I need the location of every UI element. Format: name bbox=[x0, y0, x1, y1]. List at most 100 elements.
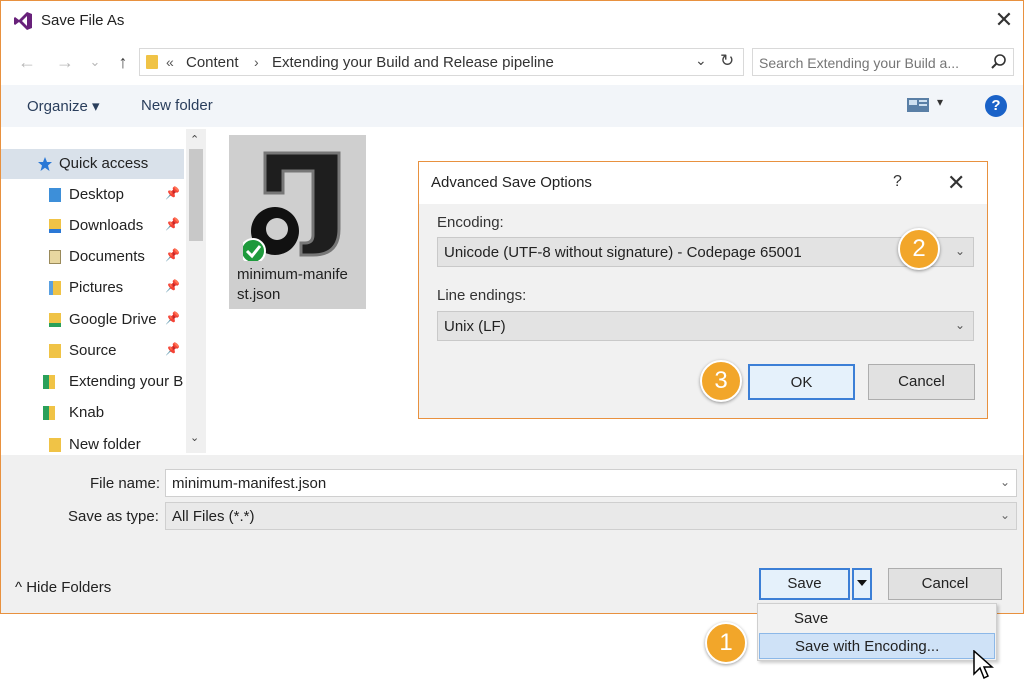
sidebar-item-pictures[interactable]: Pictures 📌 bbox=[1, 273, 184, 303]
close-icon[interactable]: ✕ bbox=[991, 7, 1017, 33]
chevron-down-icon[interactable]: ⌄ bbox=[1000, 475, 1010, 489]
save-as-type-value: All Files (*.*) bbox=[172, 508, 255, 525]
sidebar-item-label: Pictures bbox=[69, 279, 124, 296]
help-icon[interactable]: ? bbox=[985, 95, 1007, 117]
file-name-line: st.json bbox=[237, 286, 281, 303]
pin-icon[interactable]: 📌 bbox=[165, 217, 180, 231]
back-icon[interactable]: ← bbox=[15, 49, 39, 75]
menu-item-label: Save bbox=[794, 610, 829, 627]
save-dropdown-button[interactable] bbox=[852, 568, 872, 600]
save-as-type-select[interactable]: All Files (*.*) ⌄ bbox=[165, 502, 1017, 530]
sidebar-item-label: Quick access bbox=[59, 155, 149, 172]
view-dropdown-icon[interactable]: ▾ bbox=[937, 95, 943, 109]
encoding-label: Encoding: bbox=[437, 214, 504, 231]
sidebar-item-quick-access[interactable]: Quick access bbox=[1, 149, 184, 179]
save-menu: Save Save with Encoding... bbox=[757, 603, 997, 661]
breadcrumb-separator-icon[interactable]: › bbox=[254, 54, 259, 70]
address-dropdown-icon[interactable]: ⌄ bbox=[695, 52, 707, 69]
dropdown-arrow-icon bbox=[857, 580, 867, 586]
line-endings-value: Unix (LF) bbox=[444, 318, 506, 335]
recent-locations-icon[interactable]: ⌄ bbox=[83, 49, 107, 75]
sidebar-item-label: Source bbox=[69, 342, 117, 359]
help-icon[interactable]: ? bbox=[893, 173, 902, 191]
sidebar-item-label: Downloads bbox=[69, 217, 144, 234]
dialog-title-bar: Advanced Save Options ? ✕ bbox=[419, 162, 987, 204]
sidebar-item-source[interactable]: Source 📌 bbox=[1, 336, 184, 366]
pin-icon[interactable]: 📌 bbox=[165, 279, 180, 293]
breadcrumb-current[interactable]: Extending your Build and Release pipelin… bbox=[272, 54, 554, 71]
star-icon bbox=[38, 157, 52, 171]
google-drive-folder-icon bbox=[49, 313, 61, 327]
search-input[interactable] bbox=[759, 53, 979, 73]
ok-button[interactable]: OK bbox=[748, 364, 855, 400]
sidebar-item-label: Google Drive bbox=[69, 311, 157, 328]
new-folder-button[interactable]: New folder bbox=[141, 97, 213, 114]
synced-folder-icon bbox=[43, 375, 55, 389]
breadcrumb-content[interactable]: Content bbox=[186, 54, 239, 71]
line-endings-select[interactable]: Unix (LF) ⌄ bbox=[437, 311, 974, 341]
folder-icon bbox=[49, 344, 61, 358]
sidebar-item-downloads[interactable]: Downloads 📌 bbox=[1, 211, 184, 241]
scroll-down-icon[interactable]: ⌄ bbox=[190, 431, 199, 444]
chevron-down-icon[interactable]: ⌄ bbox=[955, 244, 965, 258]
sidebar-item-desktop[interactable]: Desktop 📌 bbox=[1, 180, 184, 210]
downloads-folder-icon bbox=[49, 219, 61, 233]
dialog-cancel-button[interactable]: Cancel bbox=[868, 364, 975, 400]
change-view-icon[interactable] bbox=[907, 98, 929, 112]
sidebar-item-label: Extending your B bbox=[69, 373, 183, 390]
pin-icon[interactable]: 📌 bbox=[165, 186, 180, 200]
search-icon[interactable] bbox=[989, 52, 1009, 72]
pin-icon[interactable]: 📌 bbox=[165, 311, 180, 325]
cancel-button[interactable]: Cancel bbox=[888, 568, 1002, 600]
file-item[interactable]: minimum-manife st.json bbox=[229, 135, 366, 309]
file-name-value: minimum-manifest.json bbox=[172, 475, 327, 492]
sidebar-item-google-drive[interactable]: Google Drive 📌 bbox=[1, 305, 184, 335]
menu-item-save-with-encoding[interactable]: Save with Encoding... bbox=[759, 633, 995, 659]
breadcrumb-overflow-icon[interactable]: « bbox=[166, 54, 174, 70]
folder-icon bbox=[49, 438, 61, 452]
folder-icon bbox=[146, 55, 158, 69]
file-name-field[interactable]: minimum-manifest.json ⌄ bbox=[165, 469, 1017, 497]
file-name-label: File name: bbox=[90, 475, 161, 492]
pin-icon[interactable]: 📌 bbox=[165, 342, 180, 356]
nav-scrollbar[interactable]: ⌃ ⌄ bbox=[186, 129, 206, 453]
menu-item-save[interactable]: Save bbox=[759, 606, 995, 632]
sidebar-item-documents[interactable]: Documents 📌 bbox=[1, 242, 184, 272]
address-row: ← → ⌄ ↑ « Content › Extending your Build… bbox=[1, 43, 1023, 81]
sidebar-item-label: New folder bbox=[69, 436, 141, 453]
save-button[interactable]: Save bbox=[759, 568, 850, 600]
scroll-thumb[interactable] bbox=[189, 149, 203, 241]
up-icon[interactable]: ↑ bbox=[111, 49, 135, 75]
pin-icon[interactable]: 📌 bbox=[165, 248, 180, 262]
title-bar: Save File As ✕ bbox=[1, 1, 1023, 41]
refresh-icon[interactable]: ↻ bbox=[720, 51, 734, 71]
encoding-select[interactable]: Unicode (UTF-8 without signature) - Code… bbox=[437, 237, 974, 267]
sidebar-item-label: Desktop bbox=[69, 186, 125, 203]
window-title: Save File As bbox=[41, 12, 125, 29]
sidebar-item-extending-your-build[interactable]: Extending your B bbox=[1, 367, 184, 397]
callout-badge-2: 2 bbox=[898, 228, 940, 270]
hide-folders-button[interactable]: ^ Hide Folders bbox=[15, 579, 111, 596]
menu-item-label: Save with Encoding... bbox=[795, 638, 940, 655]
documents-folder-icon bbox=[49, 250, 61, 264]
desktop-folder-icon bbox=[49, 188, 61, 202]
address-bar[interactable]: « Content › Extending your Build and Rel… bbox=[139, 48, 744, 76]
visual-studio-icon bbox=[14, 12, 32, 30]
search-box[interactable] bbox=[752, 48, 1014, 76]
scroll-up-icon[interactable]: ⌃ bbox=[190, 133, 199, 146]
sidebar-item-knab[interactable]: Knab bbox=[1, 398, 184, 428]
chevron-down-icon[interactable]: ⌄ bbox=[955, 318, 965, 332]
forward-icon[interactable]: → bbox=[53, 49, 77, 75]
mouse-cursor-icon bbox=[973, 650, 994, 680]
file-name-line: minimum-manife bbox=[237, 266, 348, 283]
json-file-icon bbox=[243, 151, 341, 261]
callout-badge-1: 1 bbox=[705, 622, 747, 664]
chevron-down-icon[interactable]: ⌄ bbox=[1000, 508, 1010, 522]
file-name-label: minimum-manife st.json bbox=[237, 265, 362, 305]
organize-button[interactable]: Organize ▾ bbox=[27, 97, 100, 115]
line-endings-label: Line endings: bbox=[437, 287, 527, 304]
save-as-type-label: Save as type: bbox=[68, 508, 159, 525]
sidebar-item-label: Documents bbox=[69, 248, 145, 265]
encoding-value: Unicode (UTF-8 without signature) - Code… bbox=[444, 244, 802, 261]
close-icon[interactable]: ✕ bbox=[947, 170, 965, 196]
